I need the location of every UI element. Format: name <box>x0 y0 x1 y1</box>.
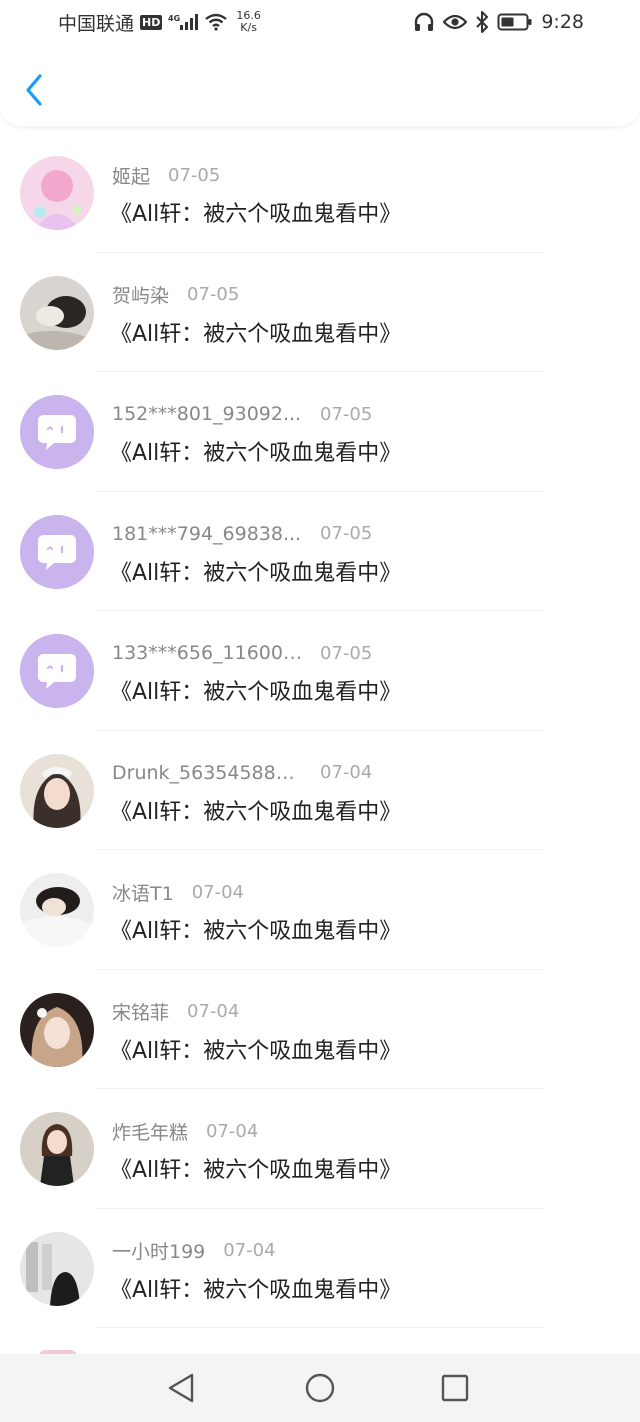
list-item[interactable]: 炸毛年糕 07-04 《All轩：被六个吸血鬼看中》 <box>0 1089 640 1209</box>
network-speed: 16.6 K/s <box>236 10 261 34</box>
item-username: 宋铭菲 <box>112 1002 170 1024</box>
item-date: 07-04 <box>187 1001 240 1022</box>
item-title: 《All轩：被六个吸血鬼看中》 <box>110 1158 402 1183</box>
item-date: 07-05 <box>320 403 373 425</box>
item-meta: 一小时199 07-04 <box>112 1238 276 1264</box>
item-username: 冰语T1 <box>112 882 174 905</box>
item-username: Drunk_563545885... <box>112 761 302 784</box>
item-title: 《All轩：被六个吸血鬼看中》 <box>110 1277 402 1303</box>
item-meta: 冰语T1 07-04 <box>112 879 244 905</box>
item-meta: Drunk_563545885... 07-04 <box>112 760 372 786</box>
list-item[interactable]: 姬起 07-05 《All轩：被六个吸血鬼看中》 <box>0 133 640 253</box>
list-item[interactable]: Drunk_563545885... 07-04 《All轩：被六个吸血鬼看中》 <box>0 731 640 850</box>
status-bar: 中国联通 HD 4G 16.6 K/s 9:28 <box>0 0 640 44</box>
system-nav-bar <box>0 1354 640 1422</box>
divider <box>96 1327 544 1328</box>
avatar <box>20 395 94 469</box>
item-title: 《All轩：被六个吸血鬼看中》 <box>110 919 402 944</box>
triangle-back-icon <box>168 1373 194 1403</box>
item-date: 07-04 <box>206 1120 259 1142</box>
item-date: 07-04 <box>320 762 373 783</box>
item-meta: 181***794_69838... 07-05 <box>112 521 372 547</box>
item-meta: 炸毛年糕 07-04 <box>112 1118 258 1144</box>
item-date: 07-04 <box>191 881 245 903</box>
item-date: 07-05 <box>187 284 240 305</box>
eye-icon <box>443 13 468 31</box>
back-button[interactable] <box>20 70 50 110</box>
circle-home-icon <box>305 1373 335 1403</box>
wifi-icon <box>204 13 228 31</box>
battery-icon <box>497 12 533 32</box>
reader-list: 姬起 07-05 《All轩：被六个吸血鬼看中》 贺屿染 07-05 《All轩… <box>0 133 640 1328</box>
recents-nav-button[interactable] <box>437 1370 473 1406</box>
status-right: 9:28 <box>413 8 584 36</box>
clock-time: 9:28 <box>541 11 584 33</box>
avatar <box>20 1231 94 1306</box>
avatar <box>20 1112 94 1186</box>
network-type-label: 4G <box>168 14 180 23</box>
home-nav-button[interactable] <box>302 1370 338 1406</box>
item-meta: 152***801_93092... 07-05 <box>112 401 372 427</box>
avatar <box>20 992 94 1067</box>
signal-icon: 4G <box>168 13 199 31</box>
item-username: 133***656_116007... <box>112 642 302 664</box>
avatar <box>20 873 94 947</box>
avatar <box>20 753 94 828</box>
item-title: 《All轩：被六个吸血鬼看中》 <box>110 441 402 466</box>
list-item[interactable]: 冰语T1 07-04 《All轩：被六个吸血鬼看中》 <box>0 850 640 970</box>
item-username: 姬起 <box>112 165 151 188</box>
avatar <box>20 514 94 589</box>
item-title: 《All轩：被六个吸血鬼看中》 <box>110 202 402 227</box>
status-left: 中国联通 HD 4G 16.6 K/s <box>58 10 261 35</box>
item-username: 一小时199 <box>112 1241 206 1263</box>
item-date: 07-04 <box>223 1240 276 1261</box>
item-date: 07-05 <box>168 164 221 186</box>
avatar <box>20 156 94 230</box>
item-meta: 贺屿染 07-05 <box>112 282 239 308</box>
item-meta: 宋铭菲 07-04 <box>112 999 239 1025</box>
item-title: 《All轩：被六个吸血鬼看中》 <box>110 1038 402 1064</box>
back-nav-button[interactable] <box>164 1370 200 1406</box>
square-recents-icon <box>441 1374 469 1402</box>
chevron-left-icon <box>26 74 42 106</box>
item-meta: 133***656_116007... 07-05 <box>112 640 372 666</box>
item-date: 07-05 <box>320 523 373 544</box>
list-item[interactable]: 152***801_93092... 07-05 《All轩：被六个吸血鬼看中》 <box>0 372 640 492</box>
item-title: 《All轩：被六个吸血鬼看中》 <box>110 680 402 705</box>
item-username: 152***801_93092... <box>112 403 302 425</box>
list-item[interactable]: 贺屿染 07-05 《All轩：被六个吸血鬼看中》 <box>0 253 640 372</box>
avatar <box>20 275 94 350</box>
bluetooth-icon <box>475 11 489 33</box>
network-speed-unit: K/s <box>240 21 257 34</box>
list-item[interactable]: 一小时199 07-04 《All轩：被六个吸血鬼看中》 <box>0 1209 640 1328</box>
chat-bubble-icon <box>20 514 94 589</box>
item-username: 贺屿染 <box>112 285 170 307</box>
list-item[interactable]: 181***794_69838... 07-05 《All轩：被六个吸血鬼看中》 <box>0 492 640 611</box>
list-item[interactable]: 133***656_116007... 07-05 《All轩：被六个吸血鬼看中… <box>0 611 640 731</box>
hd-badge: HD <box>140 14 163 30</box>
list-item[interactable]: 宋铭菲 07-04 《All轩：被六个吸血鬼看中》 <box>0 970 640 1089</box>
item-username: 181***794_69838... <box>112 522 302 545</box>
chat-bubble-icon <box>20 395 94 469</box>
item-username: 炸毛年糕 <box>112 1121 189 1144</box>
avatar <box>20 634 94 708</box>
chat-bubble-icon <box>20 634 94 708</box>
item-title: 《All轩：被六个吸血鬼看中》 <box>110 799 402 825</box>
item-meta: 姬起 07-05 <box>112 162 220 188</box>
item-title: 《All轩：被六个吸血鬼看中》 <box>110 321 402 347</box>
headphones-icon <box>413 12 435 32</box>
carrier-name: 中国联通 <box>58 12 135 35</box>
item-date: 07-05 <box>320 642 373 664</box>
item-title: 《All轩：被六个吸血鬼看中》 <box>110 560 402 586</box>
